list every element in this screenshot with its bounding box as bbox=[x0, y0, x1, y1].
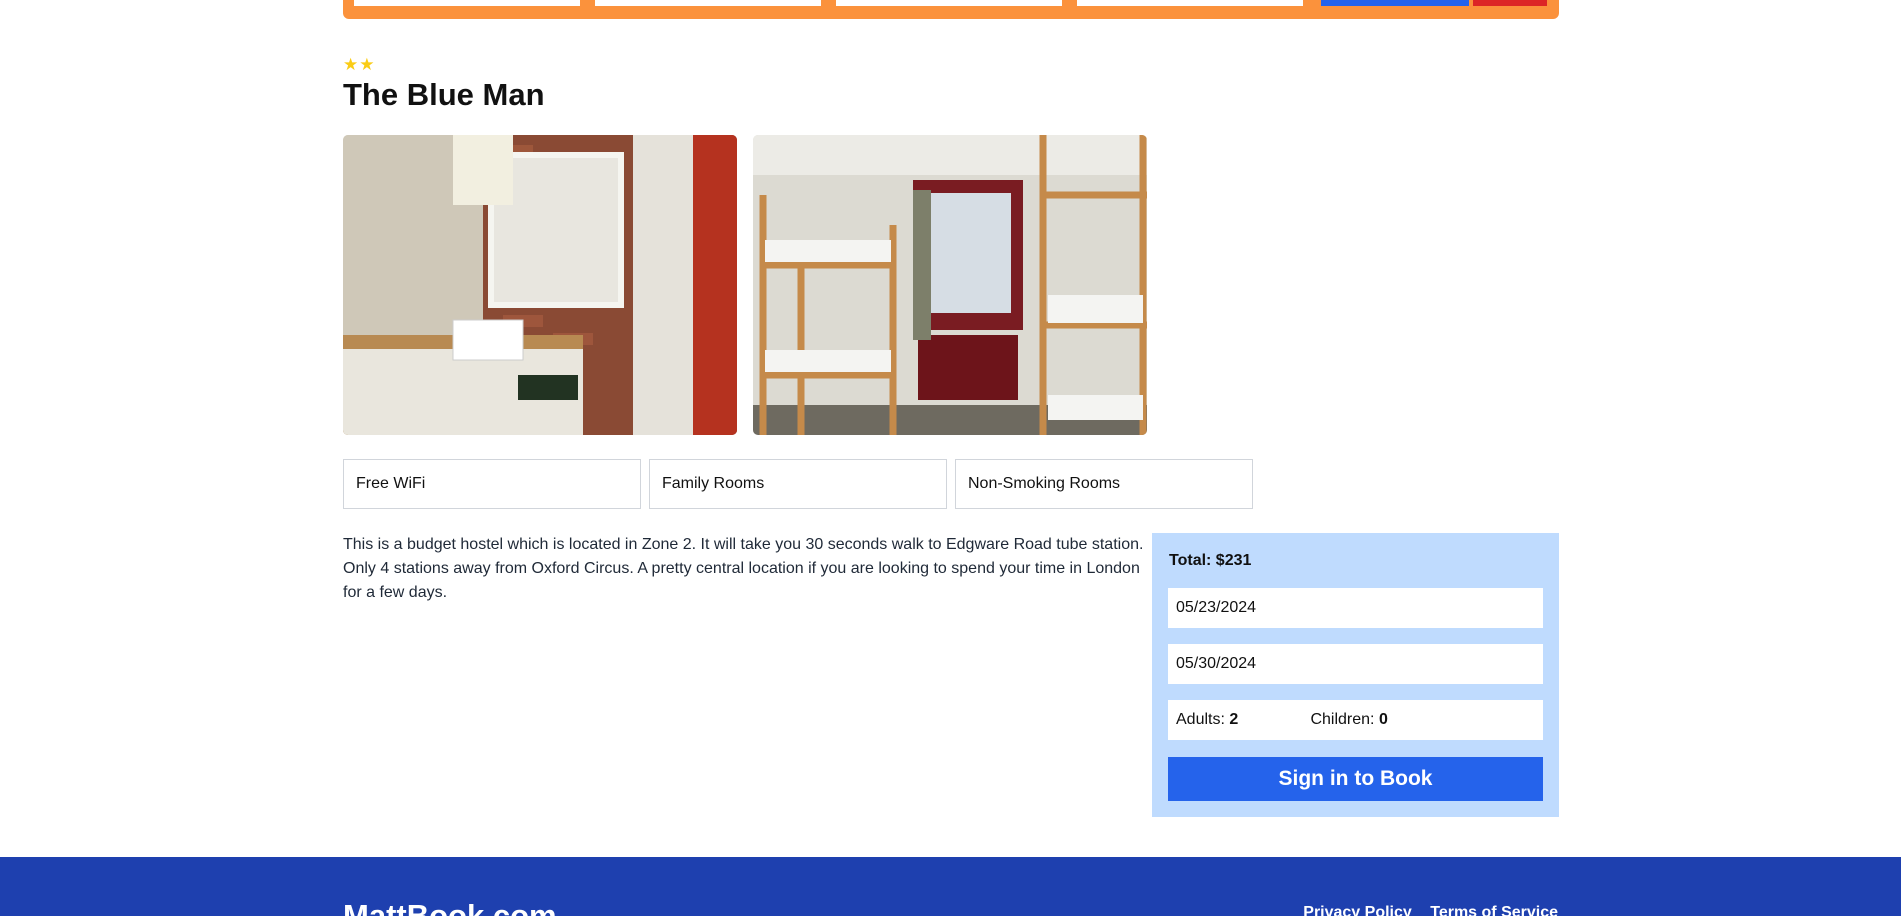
guests-input[interactable] bbox=[1077, 0, 1303, 6]
clear-button[interactable] bbox=[1473, 0, 1547, 6]
children-value: 0 bbox=[1378, 711, 1388, 728]
adults-value: 2 bbox=[1229, 711, 1239, 728]
facility-non-smoking: Non-Smoking Rooms bbox=[955, 459, 1253, 509]
booking-panel: Total: $231 05/23/2024 05/30/2024 Adults… bbox=[1152, 533, 1559, 817]
privacy-policy-link[interactable]: Privacy Policy bbox=[1303, 904, 1412, 916]
facility-family-rooms: Family Rooms bbox=[649, 459, 947, 509]
footer-links: Privacy Policy Terms of Service bbox=[1289, 904, 1558, 916]
adults-count: Adults: 2 bbox=[1176, 700, 1306, 740]
adults-label: Adults: bbox=[1176, 711, 1225, 728]
star-rating: ★★ bbox=[343, 55, 376, 75]
facility-free-wifi: Free WiFi bbox=[343, 459, 641, 509]
children-count: Children: 0 bbox=[1310, 711, 1387, 728]
hotel-image-dorm bbox=[753, 135, 1147, 435]
search-bar bbox=[343, 0, 1559, 19]
hotel-image-bathroom bbox=[343, 135, 737, 435]
guest-count-field[interactable]: Adults: 2 Children: 0 bbox=[1168, 700, 1543, 740]
footer: MattBook.com Privacy Policy Terms of Ser… bbox=[0, 857, 1901, 916]
check-in-input[interactable] bbox=[595, 0, 821, 6]
search-button[interactable] bbox=[1321, 0, 1469, 6]
total-price: Total: $231 bbox=[1169, 552, 1252, 569]
terms-of-service-link[interactable]: Terms of Service bbox=[1430, 904, 1558, 916]
sign-in-to-book-button[interactable]: Sign in to Book bbox=[1168, 757, 1543, 801]
check-in-date-input[interactable]: 05/23/2024 bbox=[1168, 588, 1543, 628]
footer-brand: MattBook.com bbox=[343, 898, 557, 916]
destination-input[interactable] bbox=[354, 0, 580, 6]
children-label: Children: bbox=[1310, 711, 1375, 728]
hotel-description: This is a budget hostel which is located… bbox=[343, 536, 1144, 601]
check-out-date-input[interactable]: 05/30/2024 bbox=[1168, 644, 1543, 684]
check-out-input[interactable] bbox=[836, 0, 1062, 6]
hotel-title: The Blue Man bbox=[343, 77, 545, 112]
